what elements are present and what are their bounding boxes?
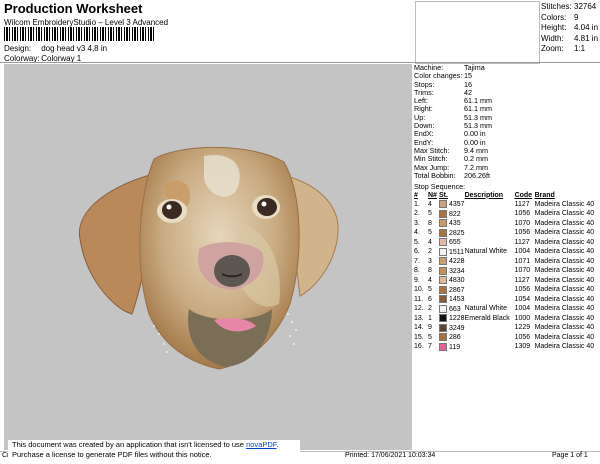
machine-info-row: Right: 61.1 mm [414,104,492,114]
color-swatch [439,266,447,275]
machine-info-row: Color changes: 15 [414,71,472,81]
table-row: 2. 5 822 1056 Madeira Classic 40 [414,209,595,218]
color-swatch [439,257,447,266]
color-swatch [439,342,447,351]
design-stats: Stitches: 32764 Colors: 9 Height: 4.04 in W… [541,2,599,55]
stat-width: Width: 4.81 in [541,33,599,43]
col-header: Brand [534,191,555,199]
table-row: 7. 3 4228 1071 Madeira Classic 40 [414,257,595,266]
col-header: St. [439,191,448,199]
color-swatch [439,200,447,209]
table-row: 6. 2 1511 Natural White 1004 Madeira Classic … [414,247,595,256]
stat-stitches: Stitches: 32764 [541,2,597,11]
stop-sequence-title: Stop Sequence: [414,182,466,192]
stat-colors: Colors: 9 [541,12,579,22]
color-swatch [439,285,447,294]
table-row: 12. 2 663 Natural White 1004 Madeira Classic … [414,304,595,313]
machine-info-row: Stops: 16 [414,79,472,89]
design-row: Design: dog head v3 4,8 in [4,44,107,53]
table-row: 9. 4 4830 1127 Madeira Classic 40 [414,276,595,285]
design-preview [4,64,412,450]
col-header: Description [464,191,504,199]
table-row: 4. 5 2825 1056 Madeira Classic 40 [414,228,595,237]
color-swatch [439,228,447,237]
color-swatch [439,304,447,313]
design-value: dog head v3 4,8 in [41,44,108,53]
design-label: Design: [4,44,32,53]
software-subtitle: Wilcom EmbroideryStudio – Level 3 Advanc… [4,18,169,27]
color-swatch [439,314,447,323]
page-title: Production Worksheet [4,1,143,16]
logo-placeholder-box [415,1,540,64]
dog-head-embroidery-image [78,146,339,370]
table-row: 15. 5 286 1056 Madeira Classic 40 [414,333,595,342]
notice-text: This document was created by an applicat… [12,440,247,449]
table-row: 11. 6 1453 1054 Madeira Classic 40 [414,295,595,304]
table-row: 14. 9 3249 1229 Madeira Classic 40 [414,323,595,332]
stop-sequence-table: # N# St. Description Code Brand 1. 4 4357 1… [414,191,594,352]
stat-height: Height: 4.04 in [541,23,599,32]
machine-info-row: Total Bobbin: 206.26ft [414,170,490,180]
machine-info-row: EndX: 0.00 in [414,129,486,139]
table-row: 10. 5 2867 1056 Madeira Classic 40 [414,285,595,294]
color-swatch [439,209,447,218]
color-swatch [439,247,447,256]
machine-info-row: Down: 51.3 mm [414,121,492,131]
header-divider [0,62,600,63]
footer-printed: Printed: 17/06/2021 10:03:34 [345,452,436,459]
table-row: 8. 8 3234 1070 Madeira Classic 40 [414,266,595,275]
license-notice: This document was created by an applicat… [8,440,300,462]
col-header: Code [514,191,533,199]
col-header: N# [428,191,437,199]
color-swatch [439,333,447,342]
machine-info-row: Left: 61.1 mm [414,96,492,106]
novapdf-link[interactable]: novaPDF [246,440,276,449]
table-row: 3. 8 435 1070 Madeira Classic 40 [414,219,595,228]
info-panel: Machine: Tajima Color changes: 15 Stops: 16 Tr… [414,63,600,352]
stat-zoom: Zoom: 1:1 [541,44,586,53]
color-swatch [439,295,447,304]
col-header: # [414,191,418,199]
table-row: 13. 1 1228 Emerald Black 1000 Madeira Classic… [414,314,595,323]
table-row: 5. 4 655 1127 Madeira Classic 40 [414,238,595,247]
color-swatch [439,276,447,285]
barcode [4,27,154,41]
footer-page: Page 1 of 1 [552,452,588,459]
machine-info-row: Trims: 42 [414,87,472,97]
color-swatch [439,219,447,228]
machine-info-row: Up: 51.3 mm [414,112,492,122]
table-row: 16. 7 119 1309 Madeira Classic 40 [414,342,595,351]
notice-line-2: Purchase a license to generate PDF files… [12,450,212,459]
color-swatch [439,238,447,247]
color-swatch [439,323,447,332]
table-row: 1. 4 4357 1127 Madeira Classic 40 [414,200,595,209]
